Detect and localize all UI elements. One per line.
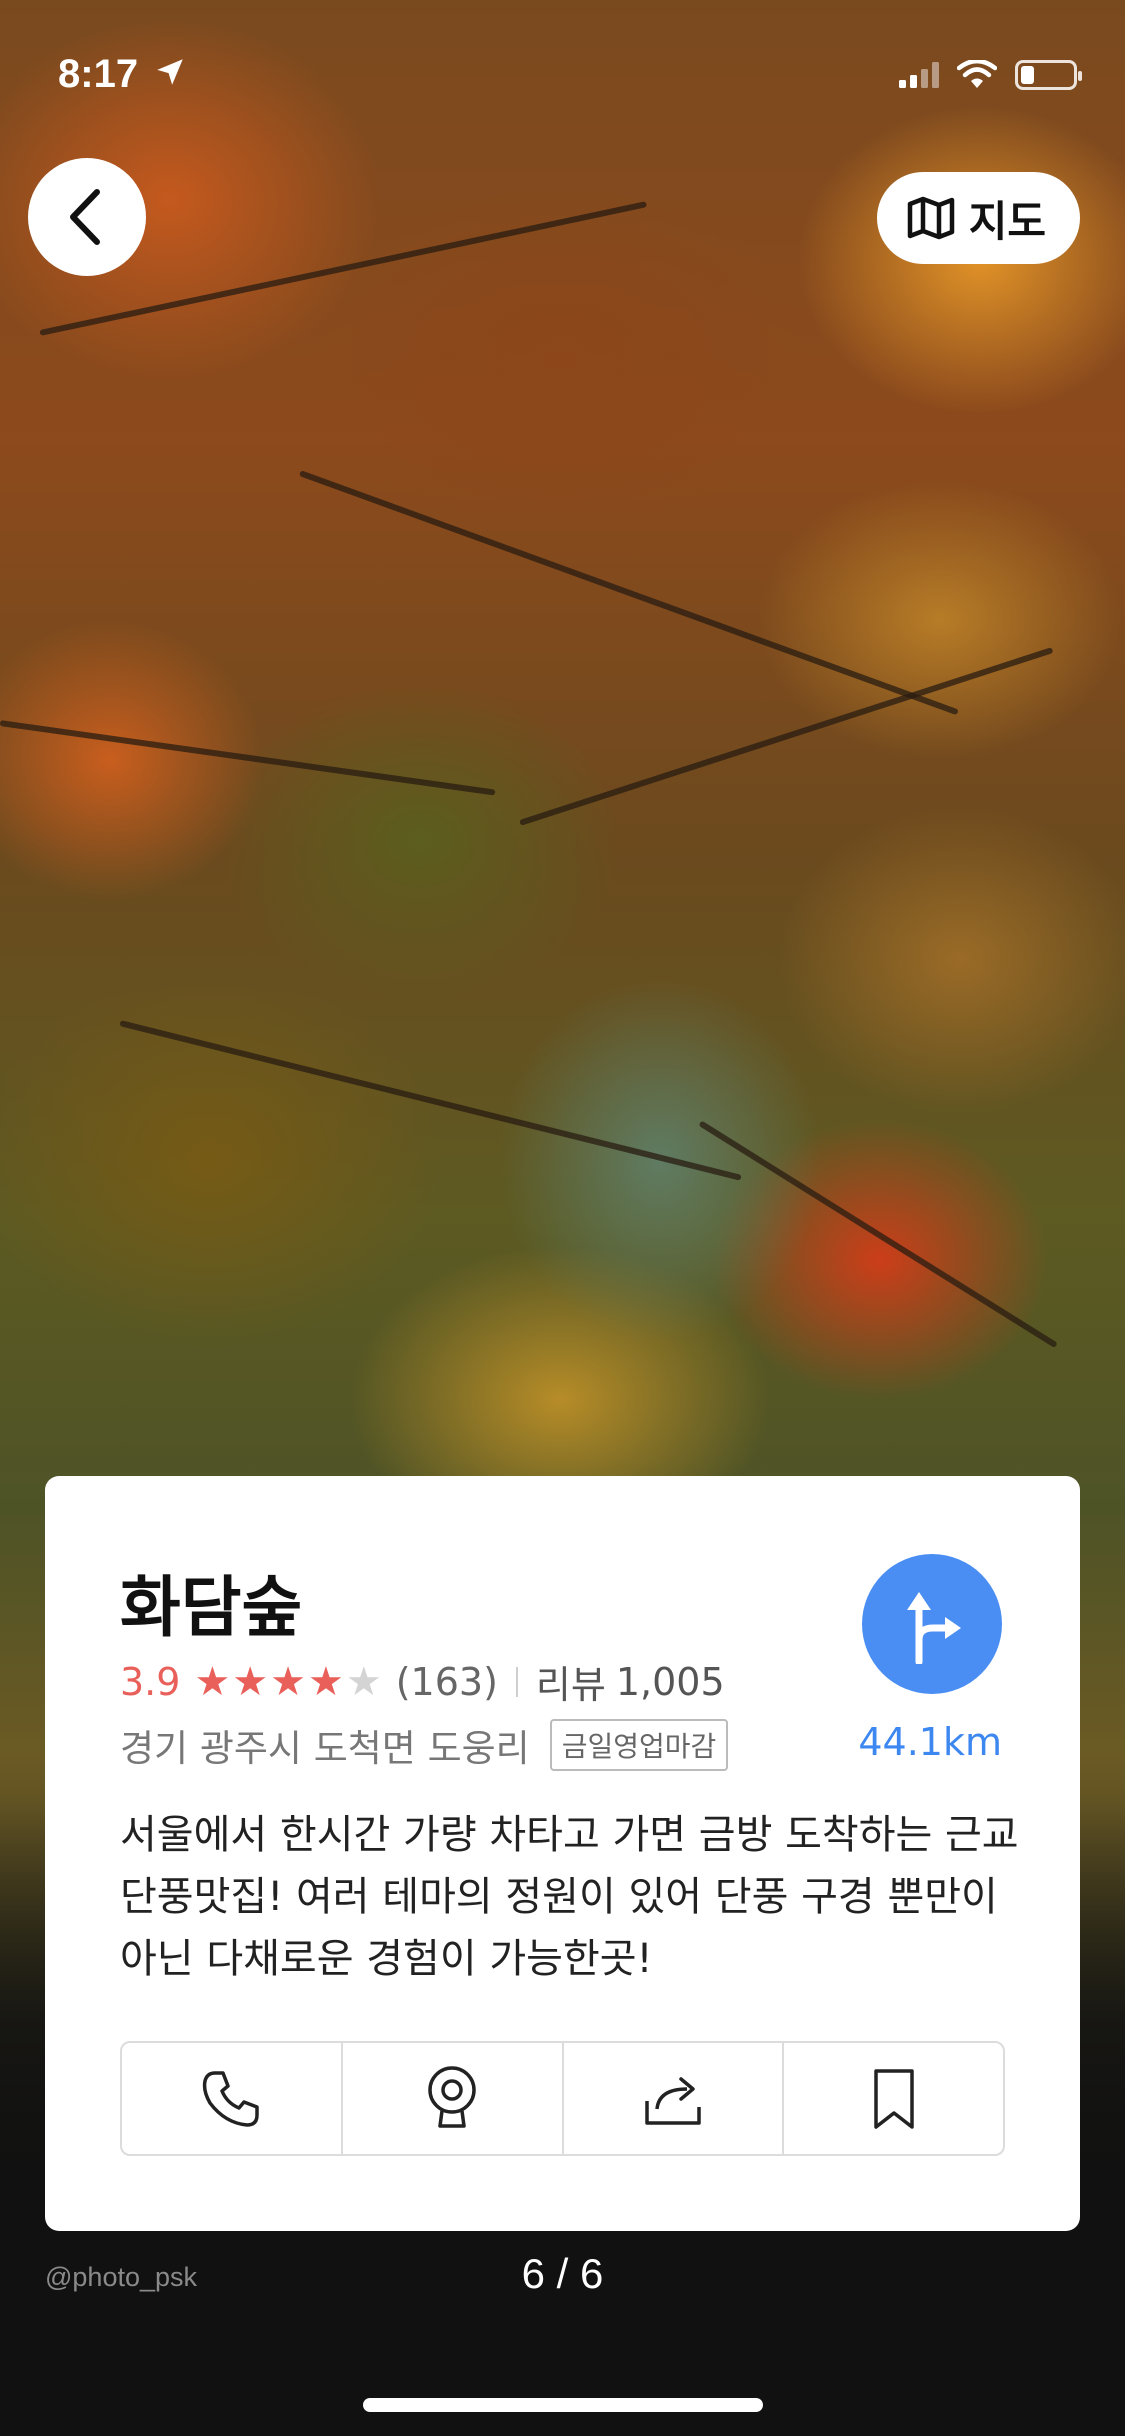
- directions-icon: [907, 1592, 961, 1664]
- battery-icon: [1015, 60, 1082, 90]
- call-button[interactable]: [122, 2043, 343, 2154]
- share-button[interactable]: [564, 2043, 785, 2154]
- status-badge: 금일영업마감: [549, 1719, 729, 1771]
- chevron-left-icon: [70, 189, 100, 245]
- street-view-button[interactable]: [343, 2043, 564, 2154]
- street-view-icon: [428, 2065, 476, 2128]
- map-button-label: 지도: [968, 196, 1046, 246]
- review-count: 1,005: [615, 1659, 725, 1704]
- status-time: 8:17: [58, 52, 187, 97]
- rating-divider: [515, 1666, 518, 1697]
- photo-branch: [519, 647, 1054, 826]
- rating-row[interactable]: 3.9 ★ ★ ★ ★ ★ (163) 리뷰 1,005: [120, 1654, 725, 1709]
- rating-stars: ★ ★ ★ ★ ★: [194, 1662, 381, 1702]
- phone-icon: [203, 2070, 260, 2127]
- map-button[interactable]: 지도: [876, 172, 1080, 264]
- share-icon: [645, 2076, 701, 2125]
- status-icons: [899, 60, 1082, 90]
- photo-branch: [698, 1120, 1058, 1349]
- rating-count: (163): [395, 1659, 498, 1704]
- star-icon: ★: [194, 1658, 231, 1705]
- wifi-icon: [957, 60, 997, 88]
- home-indicator[interactable]: [363, 2398, 763, 2412]
- route-button[interactable]: [862, 1554, 1002, 1694]
- photo-branch: [298, 470, 959, 716]
- place-info-card[interactable]: 화담숲 3.9 ★ ★ ★ ★ ★ (163) 리뷰 1,005 경기 광주시 …: [45, 1476, 1080, 2231]
- map-icon: [907, 196, 954, 240]
- address: 경기 광주시 도척면 도웅리: [120, 1727, 530, 1770]
- place-name: 화담숲: [120, 1569, 303, 1646]
- address-row: 경기 광주시 도척면 도웅리 금일영업마감: [120, 1718, 729, 1772]
- battery-level: [1021, 66, 1034, 84]
- action-bar: [120, 2041, 1005, 2156]
- save-button[interactable]: [784, 2043, 1003, 2154]
- rating-score: 3.9: [120, 1659, 181, 1704]
- bookmark-icon: [873, 2068, 914, 2129]
- page-indicator: 6 / 6: [521, 2250, 604, 2297]
- star-empty-icon: ★: [345, 1658, 382, 1705]
- photo-branch: [119, 1020, 742, 1181]
- cellular-signal-icon: [899, 62, 939, 88]
- photo-branch: [0, 720, 496, 796]
- star-icon: ★: [270, 1658, 307, 1705]
- status-bar: 8:17: [0, 0, 1125, 140]
- place-description: 서울에서 한시간 가량 차타고 가면 금방 도착하는 근교 단풍맛집! 여러 테…: [120, 1812, 1019, 1982]
- star-icon: ★: [308, 1658, 344, 1705]
- star-icon: ★: [232, 1658, 269, 1705]
- back-button[interactable]: [28, 158, 146, 276]
- location-arrow-icon: [157, 59, 183, 85]
- status-time-text: 8:17: [58, 52, 139, 96]
- distance: 44.1km: [858, 1720, 1002, 1764]
- review-label: 리뷰: [535, 1663, 606, 1707]
